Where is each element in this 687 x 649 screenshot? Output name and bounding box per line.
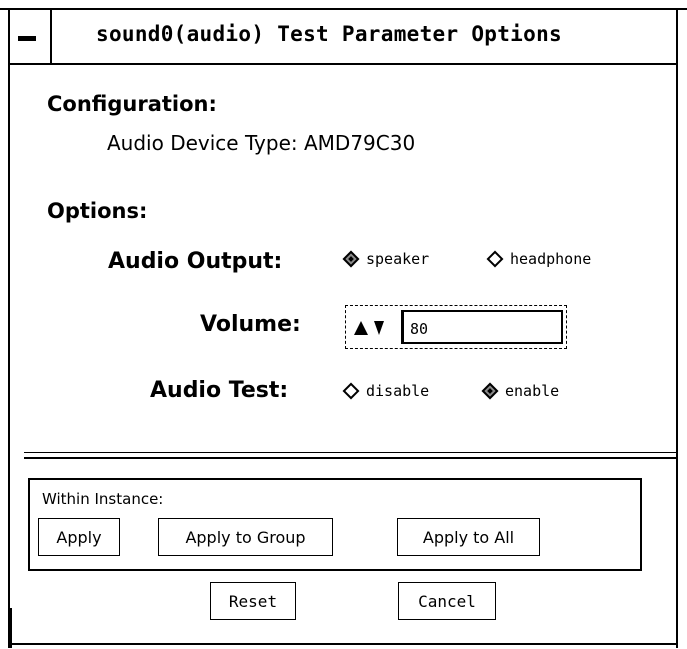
audio-test-label: Audio Test: <box>150 378 289 403</box>
increment-arrow-icon[interactable] <box>354 321 368 335</box>
radio-headphone-label: headphone <box>510 250 592 268</box>
radio-speaker[interactable]: speaker <box>342 250 429 268</box>
radio-disable-label: disable <box>366 382 430 400</box>
window-menu-button[interactable] <box>12 10 52 63</box>
window-menu-icon <box>18 36 36 41</box>
apply-button[interactable]: Apply <box>38 518 120 556</box>
window-title: sound0(audio) Test Parameter Options <box>96 22 562 46</box>
volume-label: Volume: <box>200 312 301 337</box>
window-frame-corner <box>8 608 12 648</box>
radio-disable[interactable]: disable <box>342 382 429 400</box>
decrement-arrow-icon[interactable] <box>374 321 384 335</box>
radio-unselected-icon <box>486 250 504 268</box>
window-frame-left <box>8 8 10 648</box>
volume-input[interactable]: 80 <box>401 310 563 344</box>
cancel-button[interactable]: Cancel <box>398 582 496 620</box>
audio-output-label: Audio Output: <box>108 249 283 274</box>
configuration-heading: Configuration: <box>47 92 217 116</box>
radio-headphone[interactable]: headphone <box>486 250 591 268</box>
radio-enable-label: enable <box>505 382 560 400</box>
apply-to-all-button[interactable]: Apply to All <box>397 518 540 556</box>
section-divider <box>24 452 678 453</box>
reset-button[interactable]: Reset <box>210 582 296 620</box>
radio-enable[interactable]: enable <box>481 382 559 400</box>
options-heading: Options: <box>47 199 148 223</box>
section-divider <box>24 457 678 459</box>
audio-device-type: Audio Device Type: AMD79C30 <box>107 131 416 155</box>
window-frame-right <box>676 8 678 648</box>
radio-speaker-label: speaker <box>366 250 430 268</box>
volume-stepper: 80 <box>345 305 567 349</box>
window-frame-bottom <box>8 643 678 645</box>
radio-selected-icon <box>481 382 499 400</box>
title-bar-divider <box>10 63 676 65</box>
radio-unselected-icon <box>342 382 360 400</box>
apply-to-group-button[interactable]: Apply to Group <box>158 518 333 556</box>
radio-selected-icon <box>342 250 360 268</box>
within-instance-label: Within Instance: <box>42 490 164 508</box>
